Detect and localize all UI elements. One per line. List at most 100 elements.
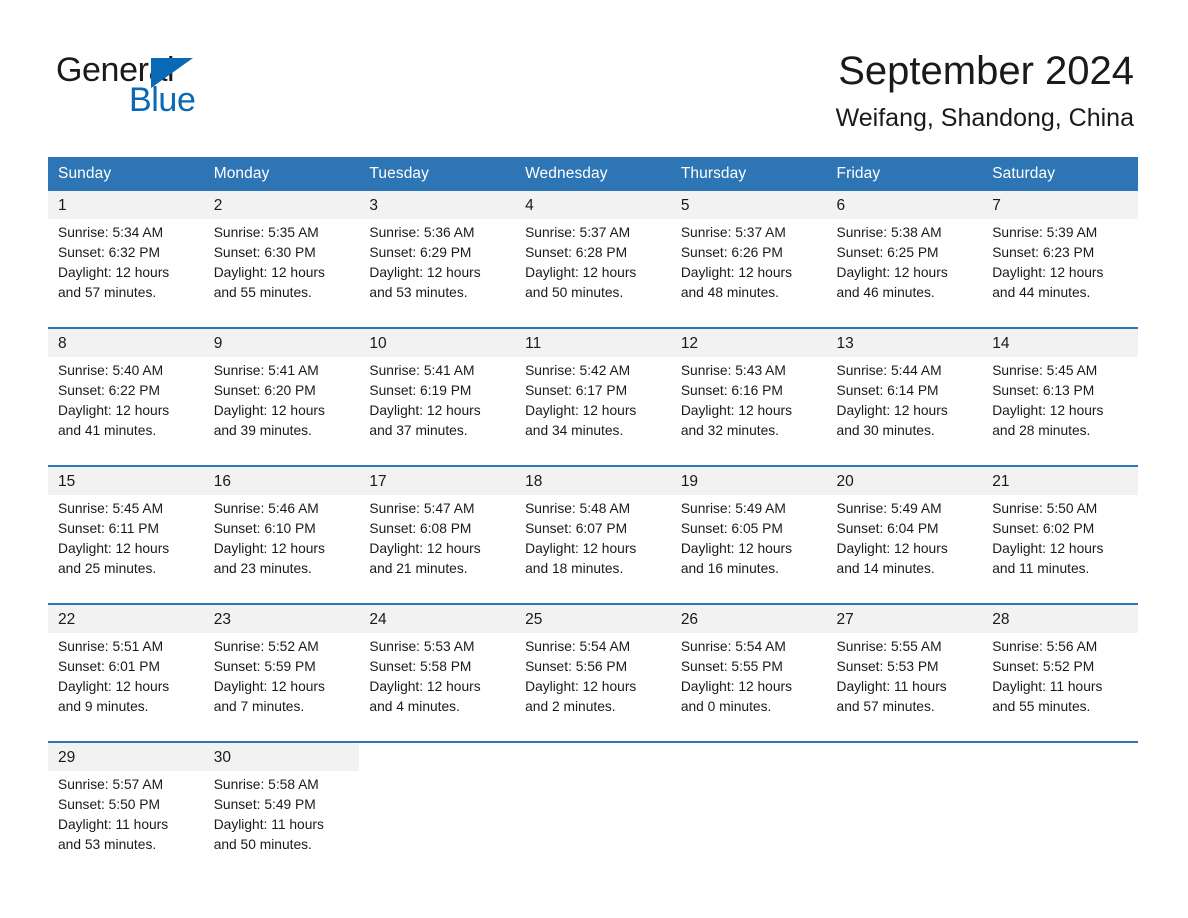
sunrise-text: Sunrise: 5:56 AM xyxy=(992,639,1098,654)
week-1-daynumber-row: 1 2 3 4 5 6 7 xyxy=(48,191,1138,219)
day-number: 16 xyxy=(203,465,360,495)
day-cell: Sunrise: 5:37 AM Sunset: 6:28 PM Dayligh… xyxy=(515,219,671,328)
day-number: 10 xyxy=(359,327,516,357)
sunset-text: Sunset: 6:25 PM xyxy=(836,245,939,260)
sunrise-text: Sunrise: 5:41 AM xyxy=(369,363,475,378)
day-cell: Sunrise: 5:39 AM Sunset: 6:23 PM Dayligh… xyxy=(982,219,1138,328)
day-number-empty xyxy=(515,741,671,771)
day-number: 29 xyxy=(48,741,204,771)
day-number: 9 xyxy=(203,327,360,357)
sunset-text: Sunset: 5:59 PM xyxy=(213,659,316,674)
day-cell: Sunrise: 5:55 AM Sunset: 5:53 PM Dayligh… xyxy=(826,633,983,742)
day-cell: Sunrise: 5:56 AM Sunset: 5:52 PM Dayligh… xyxy=(982,633,1138,742)
sunset-text: Sunset: 6:23 PM xyxy=(992,245,1095,260)
sunset-text: Sunset: 6:14 PM xyxy=(836,383,939,398)
weekday-header-sunday: Sunday xyxy=(48,157,204,191)
day-cell: Sunrise: 5:45 AM Sunset: 6:13 PM Dayligh… xyxy=(982,357,1138,466)
day-number: 6 xyxy=(826,191,983,219)
day-number: 17 xyxy=(359,465,516,495)
daylight-text: Daylight: 12 hours xyxy=(213,679,325,694)
daylight-text-cont: and 34 minutes. xyxy=(525,423,624,438)
daylight-text-cont: and 21 minutes. xyxy=(369,561,468,576)
week-1-info-row: Sunrise: 5:34 AM Sunset: 6:32 PM Dayligh… xyxy=(48,219,1138,328)
daylight-text: Daylight: 12 hours xyxy=(680,403,793,418)
daylight-text: Daylight: 12 hours xyxy=(213,403,325,418)
sunset-text: Sunset: 6:26 PM xyxy=(680,245,783,260)
daylight-text: Daylight: 12 hours xyxy=(525,541,637,556)
day-cell: Sunrise: 5:37 AM Sunset: 6:26 PM Dayligh… xyxy=(670,219,827,328)
day-cell: Sunrise: 5:58 AM Sunset: 5:49 PM Dayligh… xyxy=(203,771,360,879)
daylight-text: Daylight: 11 hours xyxy=(836,679,947,694)
day-number: 26 xyxy=(670,603,827,633)
sunrise-text: Sunrise: 5:37 AM xyxy=(525,225,631,240)
sunset-text: Sunset: 5:53 PM xyxy=(836,659,939,674)
sunset-text: Sunset: 5:50 PM xyxy=(58,797,161,812)
logo-text-blue: Blue xyxy=(129,81,196,119)
daylight-text-cont: and 50 minutes. xyxy=(213,837,312,852)
day-cell: Sunrise: 5:40 AM Sunset: 6:22 PM Dayligh… xyxy=(48,357,204,466)
day-number: 21 xyxy=(982,465,1138,495)
day-number: 27 xyxy=(826,603,983,633)
day-number: 14 xyxy=(982,327,1138,357)
weekday-header-wednesday: Wednesday xyxy=(515,157,671,191)
sunrise-text: Sunrise: 5:57 AM xyxy=(58,777,164,792)
week-2-daynumber-row: 8 9 10 11 12 13 14 xyxy=(48,327,1138,357)
daylight-text-cont: and 4 minutes. xyxy=(369,699,460,714)
sunset-text: Sunset: 6:13 PM xyxy=(992,383,1095,398)
sunrise-text: Sunrise: 5:36 AM xyxy=(369,225,475,240)
week-5-info-row: Sunrise: 5:57 AM Sunset: 5:50 PM Dayligh… xyxy=(48,771,1138,879)
sunset-text: Sunset: 6:20 PM xyxy=(213,383,316,398)
day-cell-empty xyxy=(515,771,671,879)
sunrise-text: Sunrise: 5:42 AM xyxy=(525,363,631,378)
day-cell: Sunrise: 5:45 AM Sunset: 6:11 PM Dayligh… xyxy=(48,495,204,604)
daylight-text: Daylight: 12 hours xyxy=(58,679,170,694)
sunrise-text: Sunrise: 5:48 AM xyxy=(525,501,631,516)
daylight-text: Daylight: 12 hours xyxy=(369,679,481,694)
day-number: 19 xyxy=(670,465,827,495)
daylight-text-cont: and 57 minutes. xyxy=(58,285,157,300)
sunset-text: Sunset: 6:11 PM xyxy=(58,521,159,536)
sunrise-text: Sunrise: 5:41 AM xyxy=(213,363,319,378)
daylight-text-cont: and 55 minutes. xyxy=(213,285,312,300)
day-number: 5 xyxy=(670,191,827,219)
daylight-text: Daylight: 12 hours xyxy=(213,541,325,556)
day-cell: Sunrise: 5:43 AM Sunset: 6:16 PM Dayligh… xyxy=(670,357,827,466)
day-number: 15 xyxy=(48,465,204,495)
sunrise-text: Sunrise: 5:34 AM xyxy=(58,225,164,240)
daylight-text: Daylight: 12 hours xyxy=(58,541,170,556)
day-number: 7 xyxy=(982,191,1138,219)
day-number: 24 xyxy=(359,603,516,633)
sunset-text: Sunset: 6:08 PM xyxy=(369,521,472,536)
day-number: 23 xyxy=(203,603,360,633)
daylight-text: Daylight: 12 hours xyxy=(680,541,793,556)
daylight-text: Daylight: 12 hours xyxy=(836,403,948,418)
week-5-daynumber-row: 29 30 xyxy=(48,741,1138,771)
weekday-header-friday: Friday xyxy=(826,157,983,191)
daylight-text: Daylight: 12 hours xyxy=(58,265,170,280)
week-4-daynumber-row: 22 23 24 25 26 27 28 xyxy=(48,603,1138,633)
day-cell: Sunrise: 5:49 AM Sunset: 6:05 PM Dayligh… xyxy=(670,495,827,604)
daylight-text-cont: and 23 minutes. xyxy=(213,561,312,576)
day-cell: Sunrise: 5:36 AM Sunset: 6:29 PM Dayligh… xyxy=(359,219,516,328)
calendar-body: 1 2 3 4 5 6 7 Sunrise: 5:34 AM Sunset: 6… xyxy=(48,191,1138,879)
daylight-text-cont: and 53 minutes. xyxy=(58,837,157,852)
day-number: 1 xyxy=(48,191,204,219)
day-cell-empty xyxy=(982,771,1138,879)
day-cell: Sunrise: 5:34 AM Sunset: 6:32 PM Dayligh… xyxy=(48,219,204,328)
sunrise-text: Sunrise: 5:39 AM xyxy=(992,225,1098,240)
daylight-text: Daylight: 11 hours xyxy=(992,679,1103,694)
sunset-text: Sunset: 6:19 PM xyxy=(369,383,472,398)
day-cell: Sunrise: 5:48 AM Sunset: 6:07 PM Dayligh… xyxy=(515,495,671,604)
daylight-text: Daylight: 12 hours xyxy=(213,265,325,280)
sunset-text: Sunset: 6:07 PM xyxy=(525,521,628,536)
daylight-text-cont: and 53 minutes. xyxy=(369,285,468,300)
sunset-text: Sunset: 6:04 PM xyxy=(836,521,939,536)
daylight-text: Daylight: 12 hours xyxy=(58,403,170,418)
week-3-daynumber-row: 15 16 17 18 19 20 21 xyxy=(48,465,1138,495)
sunrise-text: Sunrise: 5:44 AM xyxy=(836,363,942,378)
sunset-text: Sunset: 6:30 PM xyxy=(213,245,316,260)
calendar-page: General Blue September 2024 Weifang, Sha… xyxy=(0,0,1188,918)
sunrise-text: Sunrise: 5:45 AM xyxy=(992,363,1098,378)
day-number: 20 xyxy=(826,465,983,495)
day-number: 4 xyxy=(515,191,671,219)
